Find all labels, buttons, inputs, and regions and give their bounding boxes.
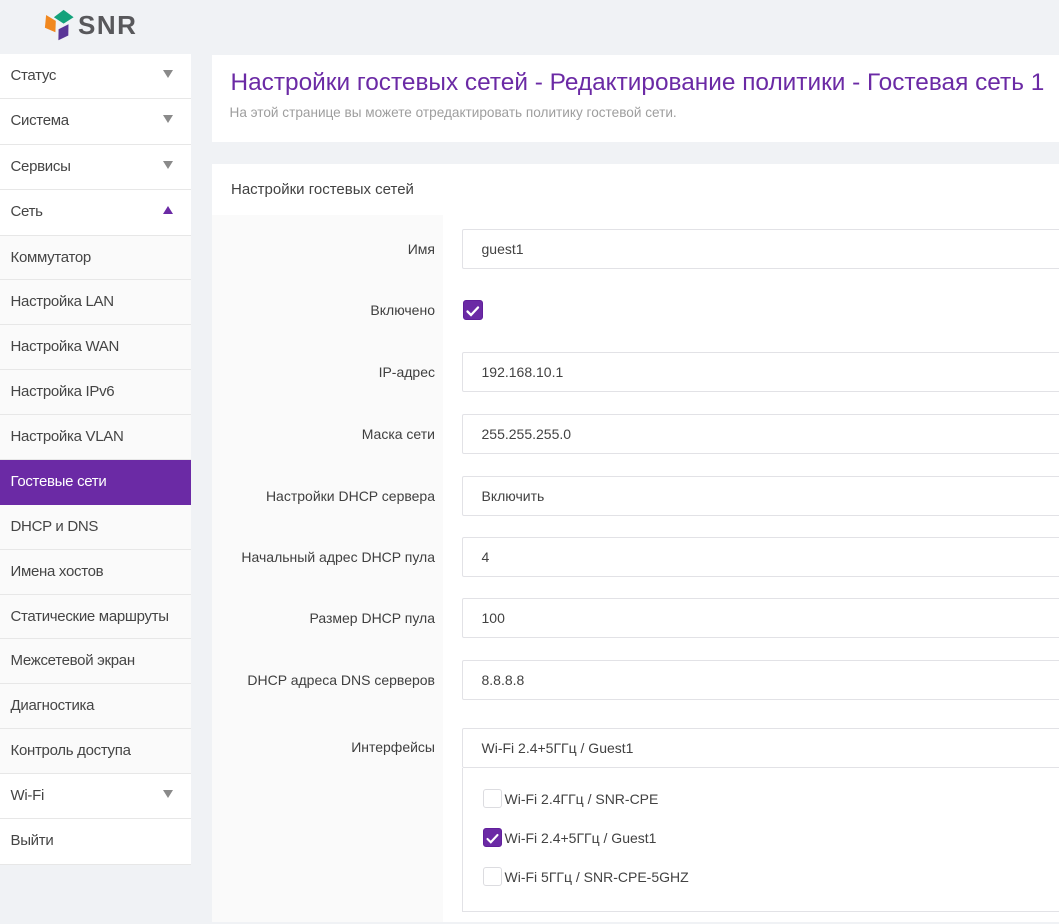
svg-text:SNR: SNR — [78, 10, 137, 40]
